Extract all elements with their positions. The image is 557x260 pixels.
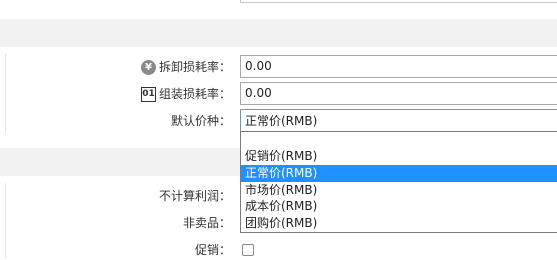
price-type-dropdown-list[interactable]: 促销价(RMB) 正常价(RMB) 市场价(RMB) 成本价(RMB) 团购价(… <box>240 131 557 233</box>
promotion-label: 促销： <box>194 243 231 257</box>
default-price-type-select[interactable]: 正常价(RMB) <box>240 109 557 133</box>
non-sale-item-label: 非卖品： <box>182 216 231 230</box>
dropdown-option-group-price[interactable]: 团购价(RMB) <box>241 215 557 232</box>
disassembly-loss-rate-label-group: ¥ 拆卸损耗率： <box>140 57 231 77</box>
assembly-loss-rate-label: 组装损耗率： <box>158 87 231 101</box>
promotion-checkbox[interactable] <box>242 244 254 256</box>
default-price-type-label: 默认价种： <box>170 114 231 128</box>
yen-icon: ¥ <box>140 59 156 75</box>
top-row-input <box>240 0 557 3</box>
section-header-band <box>0 19 557 47</box>
disassembly-loss-rate-input[interactable]: 0.00 <box>240 55 557 78</box>
no-profit-label: 不计算利润： <box>158 189 231 203</box>
dropdown-option-normal-price[interactable]: 正常价(RMB) <box>241 165 557 182</box>
01-icon: 01 <box>140 86 156 102</box>
dropdown-option-market-price[interactable]: 市场价(RMB) <box>241 182 557 199</box>
disassembly-loss-rate-label: 拆卸损耗率： <box>158 60 231 74</box>
left-edge-rows-2 <box>0 183 6 258</box>
dropdown-option-promo-price[interactable]: 促销价(RMB) <box>241 148 557 165</box>
assembly-loss-rate-input[interactable]: 0.00 <box>240 82 557 105</box>
dropdown-option-cost-price[interactable]: 成本价(RMB) <box>241 198 557 215</box>
assembly-loss-rate-label-group: 01 组装损耗率： <box>140 84 231 104</box>
left-edge-rows <box>0 54 6 134</box>
